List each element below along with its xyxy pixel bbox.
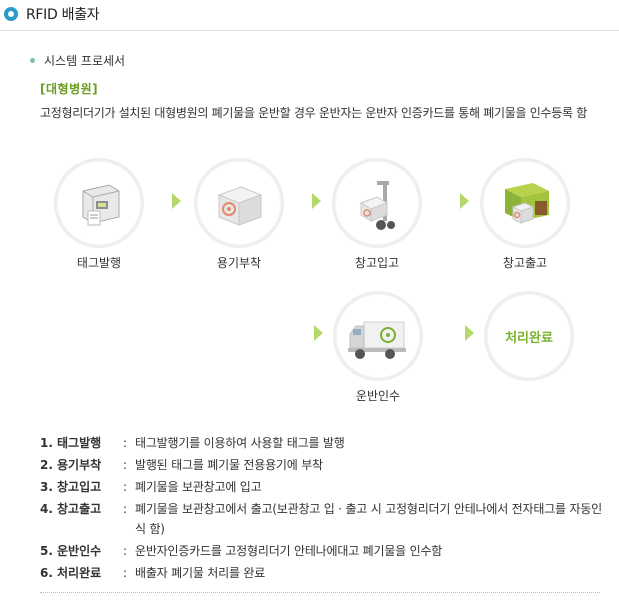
list-colon: : [123,458,128,472]
list-definition: 태그발행기를 이용하여 사용할 태그를 발행 [135,436,345,450]
list-term: 태그발행 [57,436,102,450]
step-label: 운반인수 [355,389,401,403]
step-warehouse-out: 창고출고 [480,158,570,270]
list-item: 4. 창고출고 : 폐기물을 보관창고에서 출고(보관창고 입 · 출고 시 고… [40,499,610,539]
list-colon: : [123,566,128,580]
list-number: 5. [40,544,53,558]
list-colon: : [123,436,128,450]
step-warehouse-in: 창고입고 [332,158,422,270]
arrow-right-icon [314,325,323,341]
step-circle [332,158,422,248]
complete-label: 처리완료 [505,330,553,346]
list-definition: 발행된 태그를 폐기물 전용용기에 부착 [135,458,323,472]
bottom-divider [40,592,600,593]
arrow-right-icon [460,193,469,209]
list-item: 3. 창고입고 : 폐기물을 보관창고에 입고 [40,477,610,497]
list-colon: : [123,480,128,494]
list-number: 1. [40,436,53,450]
list-number: 4. [40,502,53,516]
list-item: 6. 처리완료 : 배출자 폐기물 처리를 완료 [40,563,610,583]
step-circle [480,158,570,248]
step-attach: 용기부착 [194,158,284,270]
section-header: 시스템 프로세서 [30,52,125,69]
truck-icon [348,321,406,359]
arrow-right-icon [312,193,321,209]
step-label: 용기부착 [216,256,262,270]
list-item: 2. 용기부착 : 발행된 태그를 폐기물 전용용기에 부착 [40,455,610,475]
list-number: 6. [40,566,53,580]
section-title: 시스템 프로세서 [44,54,126,68]
step-label: 창고입고 [354,256,400,270]
tag-printer-icon [82,184,120,226]
step-transport: 운반인수 [333,291,423,403]
list-item: 5. 운반인수 : 운반자인증카드를 고정형리더기 안테나에대고 폐기물을 인수… [40,541,610,561]
step-circle [194,158,284,248]
circle-bullet-icon [4,7,18,21]
arrow-right-icon [465,325,474,341]
list-definition: 운반자인증카드를 고정형리더기 안테나에대고 폐기물을 인수함 [135,544,443,558]
title-divider [0,30,619,31]
list-item: 1. 태그발행 : 태그발행기를 이용하여 사용할 태그를 발행 [40,433,610,453]
list-term: 용기부착 [57,458,102,472]
step-tag-issue: 태그발행 [54,158,144,270]
step-circle [54,158,144,248]
page-title: RFID 배출자 [26,7,100,23]
list-number: 3. [40,480,53,494]
arrow-right-icon [172,193,181,209]
description: 고정형리더기가 설치된 대형병원의 폐기물을 운반할 경우 운반자는 운반자 인… [40,106,587,120]
step-circle [333,291,423,381]
step-description-list: 1. 태그발행 : 태그발행기를 이용하여 사용할 태그를 발행 2. 용기부착… [40,433,610,585]
list-term: 처리완료 [57,566,102,580]
sub-heading: [대형병원] [40,82,99,96]
list-definition: 배출자 폐기물 처리를 완료 [135,566,266,580]
list-term: 창고입고 [57,480,102,494]
hand-truck-icon [359,181,395,230]
list-term: 창고출고 [57,502,102,516]
list-colon: : [123,544,128,558]
dot-bullet-icon [30,58,35,63]
list-definition: 폐기물을 보관창고에서 출고(보관창고 입 · 출고 시 고정형리더기 안테나에… [135,502,603,536]
step-label: 태그발행 [76,256,122,270]
list-number: 2. [40,458,53,472]
step-circle: 처리완료 [484,291,574,381]
list-colon: : [123,502,128,516]
page-title-row: RFID 배출자 [4,2,100,26]
step-complete: 처리완료 [484,291,574,381]
list-definition: 폐기물을 보관창고에 입고 [135,480,262,494]
storage-container-icon [505,183,549,224]
step-label: 창고출고 [502,256,548,270]
biohazard-box-icon [217,186,263,226]
list-term: 운반인수 [57,544,102,558]
